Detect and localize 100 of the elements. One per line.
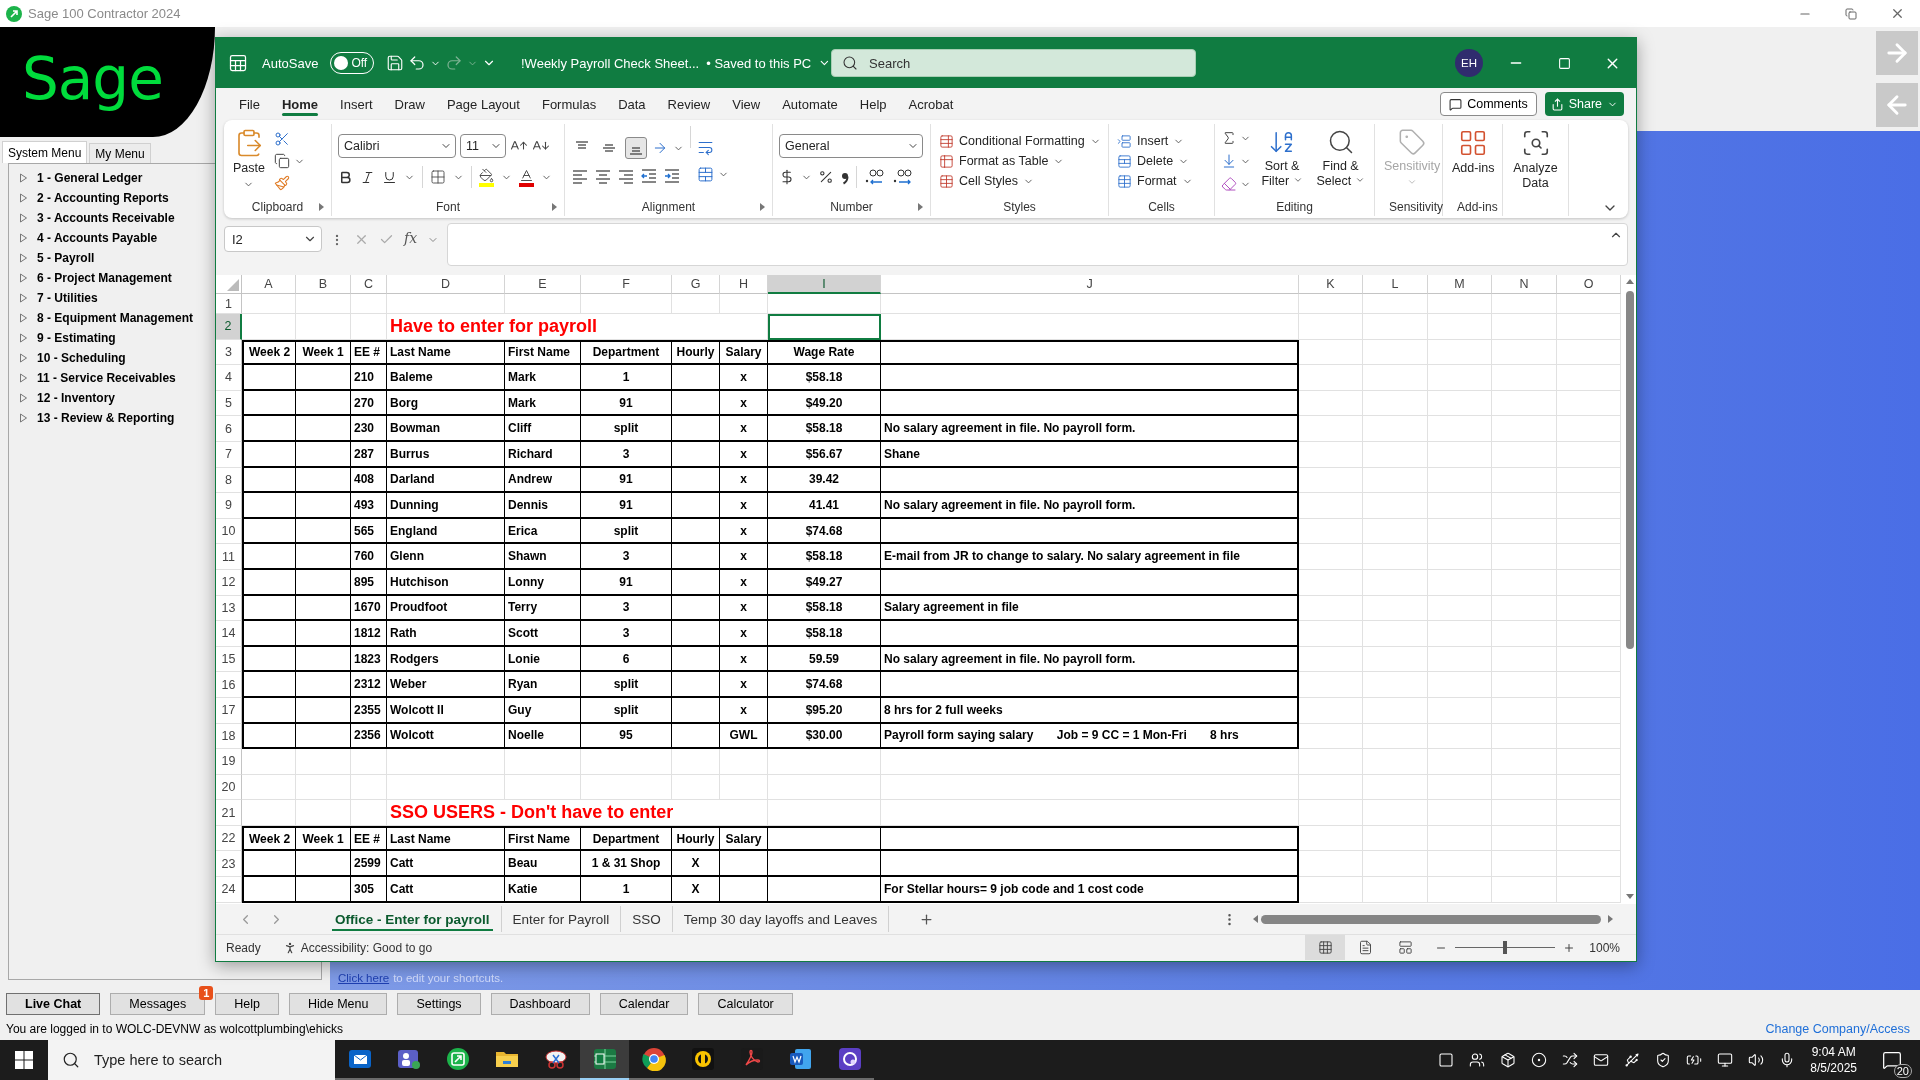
- tree-item[interactable]: 12 - Inventory: [19, 388, 116, 408]
- cells-menu-button[interactable]: Format: [1115, 172, 1195, 190]
- insert-function-button[interactable]: fx: [404, 230, 418, 246]
- font-name-select[interactable]: Calibri: [338, 134, 456, 158]
- ribbon-tab[interactable]: Help: [848, 90, 898, 118]
- find-select-button[interactable]: Find & Select: [1313, 126, 1368, 196]
- row-header[interactable]: 11: [216, 544, 242, 570]
- row-header[interactable]: 5: [216, 390, 242, 417]
- menu-tab[interactable]: System Menu: [2, 141, 88, 163]
- tree-item[interactable]: 9 - Estimating: [19, 328, 116, 348]
- row-header[interactable]: 12: [216, 569, 242, 596]
- sheet-tab[interactable]: Enter for Payroll: [501, 906, 622, 932]
- toolbar-button[interactable]: Live Chat: [6, 993, 101, 1015]
- toolbar-button[interactable]: Help: [215, 993, 279, 1015]
- tree-item[interactable]: 10 - Scheduling: [19, 348, 126, 368]
- paste-button[interactable]: Paste: [230, 126, 268, 196]
- tree-item[interactable]: 7 - Utilities: [19, 288, 98, 308]
- column-header[interactable]: H: [720, 275, 768, 294]
- row-header[interactable]: 13: [216, 595, 242, 622]
- toolbar-button[interactable]: Hide Menu: [288, 993, 388, 1015]
- ribbon-tab[interactable]: Page Layout: [435, 90, 531, 118]
- ribbon-tab[interactable]: Draw: [383, 90, 436, 118]
- row-header[interactable]: 21: [216, 800, 242, 826]
- column-header[interactable]: L: [1363, 275, 1428, 294]
- name-box[interactable]: I2: [224, 226, 322, 252]
- row-header[interactable]: 23: [216, 851, 242, 878]
- column-header[interactable]: I: [768, 275, 881, 294]
- avatar[interactable]: EH: [1455, 49, 1483, 77]
- row-header[interactable]: 4: [216, 365, 242, 391]
- ribbon-tab[interactable]: Insert: [329, 90, 384, 118]
- style-menu-button[interactable]: Format as Table: [937, 152, 1103, 170]
- toolbar-button[interactable]: Settings: [397, 993, 481, 1015]
- row-header[interactable]: 17: [216, 697, 242, 724]
- row-header[interactable]: 9: [216, 493, 242, 519]
- column-header[interactable]: J: [881, 275, 1299, 294]
- add-ins-button[interactable]: Add-ins: [1449, 126, 1498, 196]
- analyze-data-button[interactable]: Analyze Data: [1509, 126, 1562, 196]
- ribbon-tab[interactable]: File: [228, 90, 271, 118]
- column-header[interactable]: A: [242, 275, 296, 294]
- row-header[interactable]: 8: [216, 467, 242, 494]
- ribbon-tab[interactable]: View: [721, 90, 772, 118]
- column-header[interactable]: E: [505, 275, 581, 294]
- search-input[interactable]: Search: [867, 54, 1167, 72]
- share-button[interactable]: Share: [1544, 92, 1624, 116]
- toolbar-button[interactable]: Calendar: [599, 993, 689, 1015]
- row-header[interactable]: 24: [216, 877, 242, 903]
- sheet-tab[interactable]: Temp 30 day layoffs and Leaves: [672, 906, 890, 932]
- row-header[interactable]: 18: [216, 723, 242, 750]
- tree-item[interactable]: 5 - Payroll: [19, 248, 95, 268]
- font-size-select[interactable]: 11: [460, 134, 506, 158]
- column-header[interactable]: G: [672, 275, 720, 294]
- change-company-link[interactable]: Change Company/Access: [1765, 1022, 1910, 1036]
- comments-button[interactable]: Comments: [1440, 92, 1537, 116]
- ribbon-tab[interactable]: Formulas: [530, 90, 608, 118]
- style-menu-button[interactable]: Conditional Formatting: [937, 132, 1103, 150]
- row-header[interactable]: 19: [216, 749, 242, 775]
- row-header[interactable]: 3: [216, 339, 242, 366]
- row-header[interactable]: 15: [216, 646, 242, 673]
- column-header[interactable]: F: [581, 275, 672, 294]
- ribbon-tab[interactable]: Home: [270, 90, 330, 118]
- style-menu-button[interactable]: Cell Styles: [937, 172, 1103, 190]
- ribbon-tab[interactable]: Data: [607, 90, 657, 118]
- column-header[interactable]: K: [1299, 275, 1363, 294]
- row-header[interactable]: 22: [216, 825, 242, 852]
- row-header[interactable]: 14: [216, 621, 242, 647]
- column-header[interactable]: D: [387, 275, 505, 294]
- column-header[interactable]: O: [1557, 275, 1621, 294]
- column-header[interactable]: N: [1492, 275, 1557, 294]
- tree-item[interactable]: 8 - Equipment Management: [19, 308, 194, 328]
- ribbon-tab[interactable]: Review: [656, 90, 722, 118]
- tree-item[interactable]: 1 - General Ledger: [19, 168, 143, 188]
- cells-menu-button[interactable]: Delete: [1115, 152, 1195, 170]
- search-box[interactable]: Type here to search: [48, 1040, 335, 1080]
- sheet-tab[interactable]: SSO: [621, 906, 673, 932]
- tree-item[interactable]: 6 - Project Management: [19, 268, 172, 288]
- tree-item[interactable]: 11 - Service Receivables: [19, 368, 176, 388]
- row-header[interactable]: 6: [216, 416, 242, 442]
- search-box[interactable]: Search: [831, 49, 1196, 77]
- ribbon-tab[interactable]: Automate: [771, 90, 849, 118]
- column-header[interactable]: C: [351, 275, 387, 294]
- tree-item[interactable]: 2 - Accounting Reports: [19, 188, 169, 208]
- tree-item[interactable]: 13 - Review & Reporting: [19, 408, 175, 428]
- menu-tab[interactable]: My Menu: [89, 143, 151, 163]
- tree-item[interactable]: 4 - Accounts Payable: [19, 228, 158, 248]
- sort-filter-button[interactable]: Sort & Filter: [1257, 126, 1308, 196]
- sheet-tab[interactable]: Office - Enter for payroll: [324, 906, 502, 932]
- ribbon-tab[interactable]: Acrobat: [897, 90, 965, 118]
- row-header[interactable]: 1: [216, 294, 242, 314]
- tree-item[interactable]: 3 - Accounts Receivable: [19, 208, 175, 228]
- row-header[interactable]: 16: [216, 672, 242, 698]
- row-header[interactable]: 2: [216, 314, 242, 340]
- row-header[interactable]: 7: [216, 441, 242, 468]
- cells-menu-button[interactable]: Insert: [1115, 132, 1195, 150]
- toolbar-button[interactable]: Dashboard: [490, 993, 590, 1015]
- column-header[interactable]: M: [1428, 275, 1492, 294]
- number-format-select[interactable]: General: [779, 134, 923, 158]
- row-header[interactable]: 20: [216, 774, 242, 801]
- search-input[interactable]: Type here to search: [92, 1051, 312, 1069]
- toolbar-button[interactable]: Calculator: [698, 993, 793, 1015]
- row-header[interactable]: 10: [216, 518, 242, 545]
